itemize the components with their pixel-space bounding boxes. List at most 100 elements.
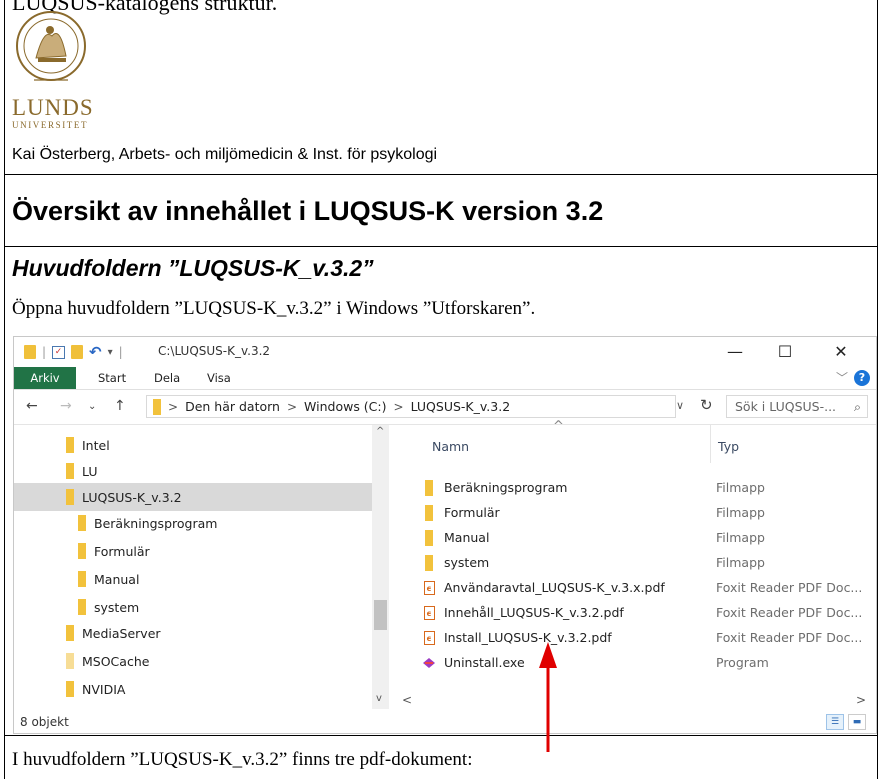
large-icons-view-icon[interactable]: ▬ <box>848 714 866 730</box>
folder-icon <box>425 479 433 496</box>
address-bar[interactable]: > Den här datorn > Windows (C:) > LUQSUS… <box>146 395 676 418</box>
file-name: Manual <box>444 530 490 545</box>
file-name: Install_LUQSUS-K_v.3.2.pdf <box>444 630 612 645</box>
pdf-icon: ϵ <box>423 605 435 620</box>
close-button[interactable]: ✕ <box>818 337 864 367</box>
divider <box>4 174 878 175</box>
new-folder-icon[interactable] <box>71 345 84 359</box>
properties-icon[interactable]: ✓ <box>52 345 66 359</box>
folder-icon <box>66 681 74 697</box>
breadcrumb-luqsus[interactable]: LUQSUS-K_v.3.2 <box>411 399 511 414</box>
nav-item-nvidia[interactable]: NVIDIA <box>14 675 424 703</box>
folder-icon <box>24 345 36 359</box>
file-name: Innehåll_LUQSUS-K_v.3.2.pdf <box>444 605 624 620</box>
file-row-manual[interactable]: Manual Filmapp <box>398 525 868 550</box>
file-row-anvandaravtal[interactable]: ϵ Användaravtal_LUQSUS-K_v.3.x.pdf Foxit R… <box>398 575 868 600</box>
sort-ascending-icon: ^ <box>553 419 564 434</box>
navigation-pane: Intel LU LUQSUS-K_v.3.2 Beräkningsprogra… <box>14 425 386 709</box>
scroll-right-icon[interactable]: > <box>856 693 866 707</box>
file-type: Filmapp <box>716 555 765 570</box>
expand-ribbon-icon[interactable]: ﹀ <box>836 369 848 386</box>
folder-icon <box>66 653 74 669</box>
nav-item-msocache[interactable]: MSOCache <box>14 647 424 675</box>
file-type: Foxit Reader PDF Doc... <box>716 580 863 595</box>
scroll-left-icon[interactable]: < <box>402 693 412 707</box>
file-type: Foxit Reader PDF Doc... <box>716 630 863 645</box>
column-divider[interactable] <box>710 425 711 463</box>
navigation-scrollbar[interactable]: ^ v <box>372 425 389 709</box>
breadcrumb-windows-c[interactable]: Windows (C:) <box>304 399 386 414</box>
university-logo: LUNDS UNIVERSITET <box>12 96 94 131</box>
file-type: Filmapp <box>716 480 765 495</box>
customize-toolbar-icon[interactable]: ▾ <box>108 347 113 358</box>
scroll-thumb[interactable] <box>374 600 387 630</box>
tab-dela[interactable]: Dela <box>154 367 180 389</box>
file-type: Foxit Reader PDF Doc... <box>716 605 863 620</box>
divider <box>4 246 878 247</box>
details-view-icon[interactable]: ☰ <box>826 714 844 730</box>
tab-visa[interactable]: Visa <box>207 367 231 389</box>
nav-item-label: MSOCache <box>82 653 150 669</box>
folder-icon <box>66 625 74 641</box>
window-title: C:\LUQSUS-K_v.3.2 <box>158 344 271 358</box>
chevron-right-icon[interactable]: > <box>168 400 178 414</box>
nav-item-luqsus[interactable]: LUQSUS-K_v.3.2 <box>14 483 372 511</box>
column-header-type[interactable]: Typ <box>718 425 739 463</box>
file-type: Filmapp <box>716 505 765 520</box>
tab-start[interactable]: Start <box>98 367 126 389</box>
file-row-formular[interactable]: Formulär Filmapp <box>398 500 868 525</box>
chevron-right-icon[interactable]: > <box>287 400 297 414</box>
scroll-down-icon[interactable]: v <box>376 693 382 704</box>
nav-item-label: NVIDIA <box>82 681 126 697</box>
file-name: system <box>444 555 490 570</box>
maximize-button[interactable]: ☐ <box>762 337 808 367</box>
status-bar: 8 objekt ☰ ▬ <box>14 711 876 733</box>
folder-icon <box>66 463 74 479</box>
file-name: Användaravtal_LUQSUS-K_v.3.x.pdf <box>444 580 665 595</box>
recent-locations-icon[interactable]: ⌄ <box>88 401 96 412</box>
horizontal-scrollbar[interactable]: < > <box>398 693 868 709</box>
file-row-uninstall[interactable]: Uninstall.exe Program <box>398 650 868 675</box>
folder-icon <box>78 571 86 587</box>
nav-item-label: system <box>94 599 140 615</box>
address-dropdown-icon[interactable]: ∨ <box>676 399 684 412</box>
uninstall-icon <box>423 657 435 668</box>
tab-arkiv[interactable]: Arkiv <box>14 367 76 389</box>
file-row-berakningsprogram[interactable]: Beräkningsprogram Filmapp <box>398 475 868 500</box>
folder-icon <box>66 489 74 505</box>
up-icon[interactable]: ↑ <box>114 398 126 414</box>
breadcrumb-this-pc[interactable]: Den här datorn <box>185 399 280 414</box>
folder-icon <box>66 437 74 453</box>
file-row-install[interactable]: ϵ Install_LUQSUS-K_v.3.2.pdf Foxit Reader … <box>398 625 868 650</box>
file-name: Formulär <box>444 505 500 520</box>
pdf-icon: ϵ <box>423 580 435 595</box>
undo-icon[interactable]: ↶ <box>89 343 102 361</box>
forward-icon[interactable]: → <box>60 398 72 414</box>
toolbar-separator: | <box>42 345 47 359</box>
folder-icon <box>153 398 161 415</box>
file-name: Uninstall.exe <box>444 655 525 670</box>
search-input[interactable]: Sök i LUQSUS-... ⌕ <box>726 395 868 418</box>
chevron-right-icon[interactable]: > <box>394 400 404 414</box>
back-icon[interactable]: ← <box>26 398 38 414</box>
file-row-innehall[interactable]: ϵ Innehåll_LUQSUS-K_v.3.2.pdf Foxit Reader… <box>398 600 868 625</box>
author-line: Kai Österberg, Arbets- och miljömedicin … <box>12 146 438 163</box>
divider <box>4 735 878 736</box>
file-row-system[interactable]: system Filmapp <box>398 550 868 575</box>
nav-item-lu[interactable]: LU <box>14 457 424 485</box>
ribbon-tabs: Arkiv Start Dela Visa ﹀ ? <box>14 367 876 390</box>
help-icon[interactable]: ? <box>854 370 870 386</box>
scroll-up-icon[interactable]: ^ <box>376 426 384 437</box>
minimize-button[interactable]: — <box>712 337 758 367</box>
address-row: ← → ⌄ ↑ > Den här datorn > Windows (C:) … <box>14 390 876 425</box>
nav-item-intel[interactable]: Intel <box>14 431 424 459</box>
title-bar: | ✓ ↶ ▾ | C:\LUQSUS-K_v.3.2 — ☐ ✕ <box>14 337 876 367</box>
column-header-name[interactable]: Namn <box>432 425 469 463</box>
paragraph-pdf-documents: I huvudfoldern ”LUQSUS-K_v.3.2” finns tr… <box>12 749 473 770</box>
item-count: 8 objekt <box>20 715 69 729</box>
document-title: Översikt av innehållet i LUQSUS-K versio… <box>12 196 604 226</box>
nav-item-mediaserver[interactable]: MediaServer <box>14 619 424 647</box>
file-type: Program <box>716 655 769 670</box>
lund-university-seal-icon <box>16 11 86 81</box>
refresh-icon[interactable]: ↻ <box>700 396 713 414</box>
